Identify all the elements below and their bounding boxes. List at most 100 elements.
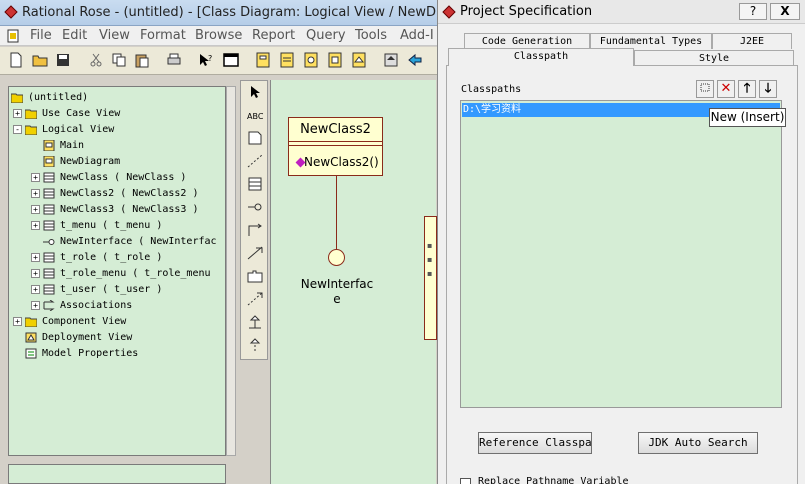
tree-item-label: Deployment View bbox=[42, 332, 133, 343]
diagram-toolbox: ABC bbox=[240, 80, 268, 360]
move-down-button[interactable]: 🡓 bbox=[759, 80, 777, 98]
dialog-title-bar: Project Specification ? X bbox=[438, 0, 805, 24]
classpaths-list[interactable]: D:\学习资料 bbox=[460, 100, 782, 408]
menu-edit[interactable]: Edit bbox=[62, 28, 87, 43]
documentation-pane[interactable] bbox=[8, 464, 226, 484]
tree-item[interactable]: NewInterface ( NewInterfac bbox=[31, 235, 217, 249]
cut-icon[interactable] bbox=[88, 52, 104, 68]
browse-deployment-icon[interactable] bbox=[351, 52, 367, 68]
tab-fundamental-types[interactable]: Fundamental Types bbox=[590, 33, 712, 49]
interface-circle[interactable] bbox=[328, 249, 345, 266]
tab-code-generation[interactable]: Code Generation bbox=[464, 33, 590, 49]
browse-parent-icon[interactable] bbox=[383, 52, 399, 68]
anchor-note-icon[interactable] bbox=[247, 154, 263, 168]
expand-toggle-icon[interactable]: + bbox=[13, 316, 22, 326]
expand-toggle-icon[interactable]: + bbox=[31, 204, 40, 214]
expand-toggle-icon[interactable]: + bbox=[31, 220, 40, 230]
replace-variable-checkbox[interactable] bbox=[460, 478, 471, 484]
expand-toggle-icon[interactable]: + bbox=[31, 252, 40, 262]
help-button[interactable]: ? bbox=[739, 3, 767, 20]
tree-item-label: t_role_menu ( t_role_menu bbox=[60, 268, 211, 279]
menu-view[interactable]: View bbox=[99, 28, 130, 43]
browser-tree[interactable]: (untitled) + Use Case View - Logical View Ma… bbox=[8, 86, 226, 456]
menu-report[interactable]: Report bbox=[252, 28, 295, 43]
tree-item[interactable]: Main bbox=[31, 139, 84, 153]
tree-item[interactable]: Deployment View bbox=[13, 331, 132, 345]
expand-toggle-icon[interactable]: + bbox=[31, 284, 40, 294]
class-tool-icon[interactable] bbox=[247, 177, 263, 191]
menu-format[interactable]: Format bbox=[140, 28, 186, 43]
save-icon[interactable] bbox=[55, 52, 71, 68]
expand-toggle-icon[interactable]: + bbox=[31, 188, 40, 198]
tab-j2ee[interactable]: J2EE bbox=[712, 33, 792, 49]
move-up-button[interactable]: 🡑 bbox=[738, 80, 756, 98]
dialog-title: Project Specification bbox=[460, 4, 593, 19]
tree-scrollbar[interactable] bbox=[226, 86, 236, 456]
tree-item[interactable]: + NewClass2 ( NewClass2 ) bbox=[31, 187, 198, 201]
context-help-icon[interactable]: ? bbox=[198, 52, 214, 68]
tree-item[interactable]: + NewClass ( NewClass ) bbox=[31, 171, 186, 185]
folder-icon bbox=[25, 317, 37, 327]
close-button[interactable]: X bbox=[770, 3, 800, 20]
browse-previous-icon[interactable] bbox=[407, 52, 423, 68]
class-icon bbox=[43, 220, 55, 230]
open-folder-icon[interactable] bbox=[32, 52, 48, 68]
paste-icon[interactable] bbox=[134, 52, 150, 68]
interface-tool-icon[interactable] bbox=[247, 200, 263, 214]
arrow-down-icon: 🡓 bbox=[764, 81, 772, 96]
class-icon bbox=[43, 188, 55, 198]
select-arrow-icon[interactable] bbox=[247, 85, 263, 99]
unidirectional-assoc-icon[interactable] bbox=[247, 246, 263, 260]
package-tool-icon[interactable] bbox=[247, 269, 263, 283]
tree-item[interactable]: + t_menu ( t_menu ) bbox=[31, 219, 162, 233]
realize-tool-icon[interactable] bbox=[247, 338, 263, 352]
tree-item-label: NewClass ( NewClass ) bbox=[60, 172, 187, 183]
browse-class-diagram-icon[interactable] bbox=[255, 52, 271, 68]
menu-browse[interactable]: Browse bbox=[195, 28, 242, 43]
tree-item[interactable]: + Associations bbox=[31, 299, 132, 313]
dependency-tool-icon[interactable] bbox=[247, 292, 263, 306]
tab-classpath[interactable]: Classpath bbox=[448, 48, 634, 66]
tree-item[interactable]: - Logical View bbox=[13, 123, 114, 137]
class-newclass2[interactable]: NewClass2 NewClass2() bbox=[288, 117, 383, 176]
delete-button[interactable]: ✕ bbox=[717, 80, 735, 98]
browse-state-icon[interactable] bbox=[327, 52, 343, 68]
tree-item[interactable]: + t_role ( t_role ) bbox=[31, 251, 162, 265]
generalization-tool-icon[interactable] bbox=[247, 315, 263, 329]
doc-icon[interactable] bbox=[6, 29, 20, 43]
browse-component-icon[interactable] bbox=[303, 52, 319, 68]
tree-item[interactable]: + Use Case View bbox=[13, 107, 120, 121]
tree-item[interactable]: + t_user ( t_user ) bbox=[31, 283, 162, 297]
reference-classpath-button[interactable]: Reference Classpath bbox=[478, 432, 592, 454]
svg-text:ABC: ABC bbox=[247, 112, 263, 121]
text-box-icon[interactable]: ABC bbox=[247, 108, 263, 122]
expand-toggle-icon[interactable]: + bbox=[13, 108, 22, 118]
tree-root[interactable]: (untitled) bbox=[11, 91, 88, 105]
print-icon[interactable] bbox=[166, 52, 182, 68]
menu-tools[interactable]: Tools bbox=[355, 28, 387, 43]
new-insert-button[interactable] bbox=[696, 80, 714, 98]
tree-item[interactable]: Model Properties bbox=[13, 347, 138, 361]
menu-file[interactable]: File bbox=[30, 28, 52, 43]
partial-class-box[interactable]: ▪ ▪ ▪ bbox=[424, 216, 437, 340]
menu-query[interactable]: Query bbox=[306, 28, 346, 43]
jdk-auto-search-button[interactable]: JDK Auto Search bbox=[638, 432, 758, 454]
new-file-icon[interactable] bbox=[8, 52, 24, 68]
diagram-canvas[interactable]: NewClass2 NewClass2() NewInterfac e ▪ ▪ ▪ bbox=[270, 80, 437, 484]
view-doc-icon[interactable] bbox=[223, 52, 239, 68]
tree-item[interactable]: + t_role_menu ( t_role_menu bbox=[31, 267, 211, 281]
association-tool-icon[interactable] bbox=[247, 223, 263, 237]
svg-text:?: ? bbox=[208, 54, 212, 63]
collapse-toggle-icon[interactable]: - bbox=[13, 124, 22, 134]
tree-item[interactable]: + Component View bbox=[13, 315, 126, 329]
expand-toggle-icon[interactable]: + bbox=[31, 172, 40, 182]
tree-item[interactable]: + NewClass3 ( NewClass3 ) bbox=[31, 203, 198, 217]
expand-toggle-icon[interactable]: + bbox=[31, 268, 40, 278]
copy-icon[interactable] bbox=[111, 52, 127, 68]
menu-addins[interactable]: Add-I bbox=[400, 28, 434, 43]
tab-style[interactable]: Style bbox=[634, 50, 794, 66]
tree-item[interactable]: NewDiagram bbox=[31, 155, 120, 169]
browse-interaction-icon[interactable] bbox=[279, 52, 295, 68]
expand-toggle-icon[interactable]: + bbox=[31, 300, 40, 310]
note-icon[interactable] bbox=[247, 131, 263, 145]
